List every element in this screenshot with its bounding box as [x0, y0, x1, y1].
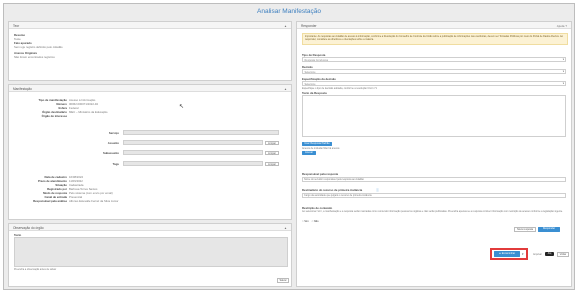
salvar-observacao-button[interactable]: Salvar	[277, 278, 289, 283]
chevron-up-icon[interactable]: ▲	[284, 226, 287, 230]
chevron-up-icon[interactable]: ▲	[284, 87, 287, 91]
voltar-button[interactable]: Voltar	[557, 252, 569, 257]
page-title: Analisar Manifestação	[257, 8, 321, 15]
ajuda-label: Ajuda	[556, 23, 565, 28]
chevron-down-icon: ▾	[562, 82, 564, 85]
field-value: MEC – Ministério da Educação	[69, 110, 108, 114]
resumo-value: Teste	[14, 36, 21, 41]
responder-panel: Responder Ajuda ? Importante: As respost…	[296, 21, 572, 287]
anexos-hint: Não há anexos	[323, 147, 340, 150]
responsavel-help: Nome do servidor responsável pela respos…	[304, 178, 364, 181]
servico-field[interactable]	[123, 130, 279, 135]
especificacao-help: Especifique o tipo de decisão adotada, c…	[302, 86, 377, 90]
encaminhar-label: Encaminhar	[501, 252, 516, 255]
responder-panel-title: Responder	[301, 23, 317, 28]
decisao-select[interactable]: Selecione ▾	[302, 69, 566, 74]
limpar-assunto-button[interactable]: Limpar	[265, 140, 279, 145]
destinatario-help: Cargo da autoridade que julgará o recurs…	[304, 194, 372, 197]
assunto-field[interactable]	[123, 140, 263, 145]
destinatario-label: Destinatário do recurso de primeira inst…	[302, 188, 363, 192]
arquivar-badge[interactable]: Arq	[545, 252, 554, 256]
especificacao-select[interactable]: Selecione ▾	[302, 81, 566, 86]
decisao-value: Selecione	[304, 70, 316, 74]
chevron-down-icon[interactable]: ▾	[522, 252, 524, 256]
manifestacao-panel: Manifestação ▲ Tipo de manifestação Aces…	[8, 84, 292, 220]
encaminhar-button[interactable]: ➦ Encaminhar	[494, 251, 520, 257]
field-label: Responsável pela análise	[33, 199, 67, 203]
teor-panel: Teor ▲ Resumo Teste Fato apurado Sem ugu…	[8, 21, 292, 81]
anexos-inclusao-text: Anexos de inclusão	[302, 147, 323, 150]
importante-notice: Importante: As respostas ao cidadão de a…	[302, 33, 568, 45]
observacao-textarea[interactable]	[14, 237, 288, 267]
observacao-panel-header[interactable]: Observação do órgão ▲	[9, 224, 291, 231]
app-window: Analisar Manifestação Teor ▲ Resumo Test…	[3, 3, 575, 290]
texto-resposta-textarea[interactable]	[302, 95, 566, 137]
observacao-panel-title: Observação do órgão	[13, 225, 44, 230]
anexos-inclusao-label: Anexos de inclusão Não há anexos	[302, 147, 340, 150]
tags-field[interactable]	[123, 161, 263, 166]
responsavel-label: Responsável pela resposta	[302, 172, 339, 176]
especificacao-value: Selecione	[304, 82, 316, 86]
radio-sim[interactable]: ○ Sim	[302, 220, 309, 223]
servico-label: Serviço	[108, 131, 119, 135]
limpar-subassunto-button[interactable]: Limpar	[265, 150, 279, 155]
usar-resposta-padrao-button[interactable]: Usar Resposta Padrão	[302, 142, 332, 146]
manifestacao-panel-header[interactable]: Manifestação ▲	[9, 85, 291, 92]
arquivar-label: Arquivar	[533, 253, 542, 256]
help-circle-icon: ?	[565, 23, 567, 28]
anexos-originais-value: Não foram encontrados registros	[14, 55, 55, 59]
restricao-text: Ao selecionar 'sim', a manifestação e a …	[302, 210, 563, 213]
limpar-tags-button[interactable]: Limpar	[265, 161, 279, 166]
chevron-down-icon: ▾	[562, 70, 564, 73]
share-icon: ➦	[498, 252, 502, 255]
tipo-resposta-value: Resposta Conclusiva	[304, 58, 328, 62]
manifestacao-panel-title: Manifestação	[13, 86, 32, 91]
teor-panel-header[interactable]: Teor ▲	[9, 22, 291, 29]
help-circle-icon: ⓘ	[376, 187, 380, 192]
ajuda-link[interactable]: Ajuda ?	[557, 24, 567, 28]
subassunto-field[interactable]	[123, 150, 263, 155]
observacao-panel: Observação do órgão ▲ Texto Preencha a o…	[8, 223, 292, 287]
radio-nao[interactable]: ○ Não	[312, 220, 319, 223]
field-label: Órgão de interesse	[41, 114, 67, 118]
fato-value: Sem ugu registro definido pelo cidadão	[14, 44, 63, 49]
radio-nao-label: Não	[313, 220, 319, 223]
tags-label: Tags	[112, 162, 119, 166]
observacao-help: Preencha a observação antes de salvar	[14, 268, 57, 271]
subassunto-label: Subassunto	[102, 151, 119, 155]
nova-resposta-button[interactable]: Nova resposta	[514, 227, 536, 232]
field-value: Alfonso Estevalle Ferraz da Silva Junior	[69, 199, 119, 203]
assunto-label: Assunto	[107, 141, 119, 145]
chevron-up-icon[interactable]: ▲	[284, 24, 287, 28]
chevron-down-icon: ▾	[562, 58, 564, 61]
responder-button[interactable]: Responder	[538, 227, 560, 232]
radio-sim-label: Sim	[304, 220, 309, 223]
restricao-radio-group: ○ Sim ○ Não	[302, 220, 319, 223]
teor-panel-title: Teor	[13, 23, 20, 28]
cursor-icon: ↖	[179, 104, 185, 110]
responder-panel-header: Responder Ajuda ?	[297, 22, 571, 29]
anexar-button[interactable]: Anexar	[302, 151, 316, 155]
tipo-resposta-select[interactable]: Resposta Conclusiva ▾	[302, 57, 566, 62]
